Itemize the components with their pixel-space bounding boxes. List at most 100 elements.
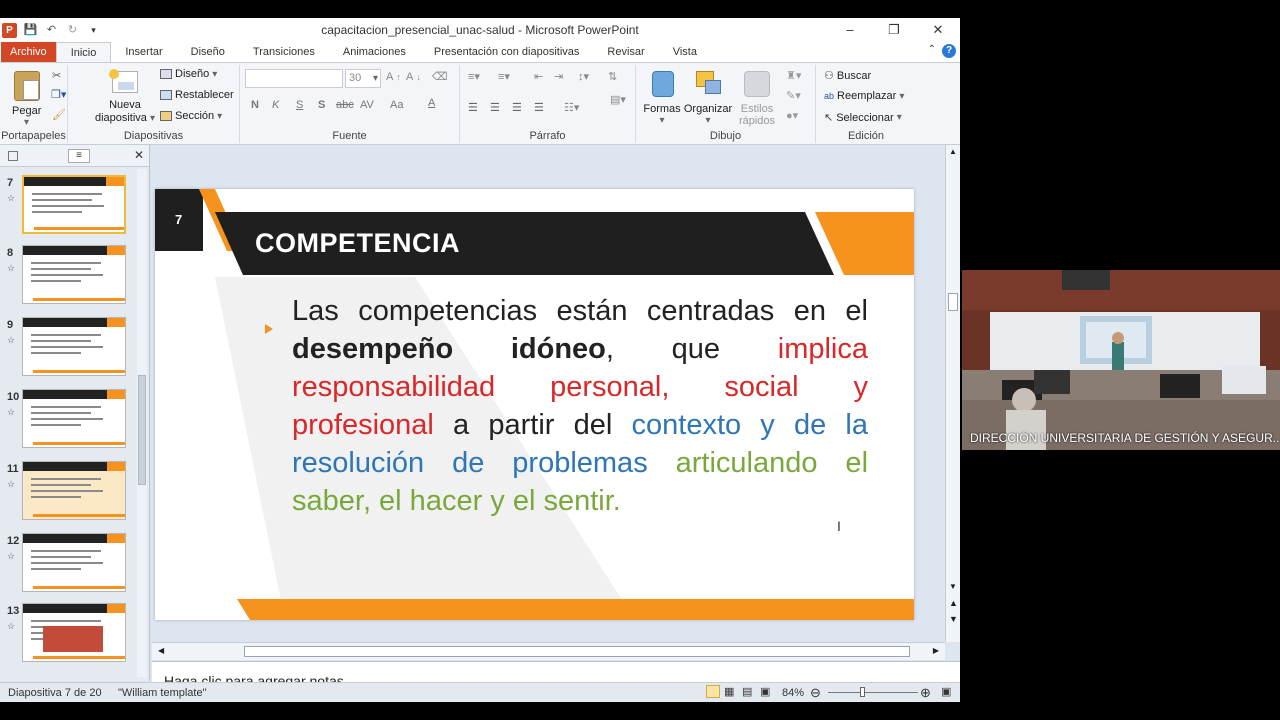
classroom-image <box>962 270 1280 450</box>
zoom-level[interactable]: 84% <box>782 687 804 699</box>
undo-icon[interactable]: ↶ <box>44 23 59 38</box>
slide-thumbnail[interactable] <box>22 317 126 376</box>
justify-icon[interactable]: ☰ <box>534 101 544 114</box>
paste-button[interactable]: Pegar ▾ <box>8 69 48 128</box>
tab-diseno[interactable]: Diseño <box>177 42 239 62</box>
slide-thumbnail[interactable] <box>22 389 126 448</box>
restore-button[interactable]: ❐ <box>872 18 916 42</box>
thumbnail-number: 10 <box>7 391 20 403</box>
char-spacing-button[interactable]: AV <box>360 99 374 111</box>
tab-animaciones[interactable]: Animaciones <box>329 42 420 62</box>
font-size-box[interactable]: 30 ▾ <box>345 69 381 88</box>
shapes-button[interactable]: Formas ▾ <box>642 69 682 129</box>
bullets-icon[interactable]: ≡▾ <box>468 70 480 83</box>
customize-qat-icon[interactable]: ▾ <box>86 23 101 38</box>
new-slide-icon <box>109 69 138 93</box>
quick-styles-icon <box>744 71 770 97</box>
slide-thumbnail[interactable] <box>22 533 126 592</box>
strikethrough-button[interactable]: abc <box>336 99 354 111</box>
tab-transiciones[interactable]: Transiciones <box>239 42 329 62</box>
slides-tab-icon[interactable] <box>8 151 18 161</box>
zoom-slider[interactable] <box>828 692 918 693</box>
next-slide-icon[interactable]: ▼ <box>949 614 958 624</box>
text-direction-icon[interactable]: ⇅ <box>608 70 617 83</box>
find-button[interactable]: ⚇ Buscar <box>824 69 871 83</box>
tab-revisar[interactable]: Revisar <box>593 42 658 62</box>
font-color-icon[interactable]: A <box>428 97 435 109</box>
new-slide-button[interactable]: Nueva diapositiva ▾ <box>92 69 158 129</box>
bold-button[interactable]: N <box>251 99 259 111</box>
slide-thumbnail[interactable] <box>22 461 126 520</box>
reading-view-icon[interactable]: ▤ <box>742 685 752 698</box>
slide-text-run: Las competencias están centradas en el <box>292 295 868 327</box>
align-text-icon[interactable]: ▤▾ <box>610 93 626 106</box>
zoom-in-icon[interactable]: ⊕ <box>920 685 931 701</box>
arrange-button[interactable]: Organizar ▾ <box>682 69 734 129</box>
shape-effects-icon[interactable]: ●▾ <box>786 109 798 122</box>
binoculars-icon: ⚇ <box>824 70 834 82</box>
align-right-icon[interactable]: ☰ <box>512 101 522 114</box>
tab-presentacion[interactable]: Presentación con diapositivas <box>420 42 594 62</box>
save-icon[interactable]: 💾 <box>23 23 38 38</box>
animation-star-icon: ☆ <box>7 621 16 631</box>
slide-thumbnail[interactable] <box>22 175 126 234</box>
grow-font-icon[interactable]: A ↑ <box>386 71 401 83</box>
close-button[interactable]: ✕ <box>916 18 960 42</box>
shrink-font-icon[interactable]: A ↓ <box>406 71 421 83</box>
group-fuente: 30 ▾ A ↑ A ↓ ⌫ N K S S abc AV Aa A Fuente <box>240 65 460 143</box>
replace-button[interactable]: ab Reemplazar ▾ <box>824 90 904 102</box>
slide-sorter-icon[interactable]: ▦ <box>724 685 734 698</box>
close-pane-icon[interactable]: ✕ <box>134 148 144 162</box>
format-painter-icon[interactable]: 🖌 <box>52 108 66 121</box>
align-left-icon[interactable]: ☰ <box>468 101 478 114</box>
fit-to-window-icon[interactable]: ▣ <box>941 685 951 698</box>
tab-insertar[interactable]: Insertar <box>111 42 176 62</box>
shape-fill-icon[interactable]: ♜▾ <box>786 69 801 82</box>
section-button[interactable]: Sección ▾ <box>160 110 222 122</box>
slide-body-text[interactable]: Las competencias están centradas en el d… <box>292 292 868 520</box>
slides-pane-header: ≡ ✕ <box>0 145 149 167</box>
ribbon: Pegar ▾ ✂ ❐▾ 🖌 Portapapeles Nueva diapos… <box>0 63 960 145</box>
copy-icon[interactable]: ❐▾ <box>51 88 66 101</box>
shape-outline-icon[interactable]: ✎▾ <box>786 89 801 102</box>
normal-view-icon[interactable] <box>706 685 720 698</box>
tab-vista[interactable]: Vista <box>659 42 711 62</box>
zoom-slider-handle[interactable] <box>860 687 865 697</box>
tab-archivo[interactable]: Archivo <box>1 42 56 62</box>
minimize-ribbon-icon[interactable]: ⌃ <box>928 44 936 58</box>
slide-thumbnail[interactable] <box>22 603 126 662</box>
select-button[interactable]: ↖ Seleccionar ▾ <box>824 111 902 125</box>
numbering-icon[interactable]: ≡▾ <box>498 70 510 83</box>
underline-button[interactable]: S <box>296 99 303 111</box>
slide-horizontal-scrollbar[interactable]: ◀ ▶ <box>152 642 945 660</box>
dropdown-arrow-icon: ▾ <box>150 113 156 124</box>
clear-format-icon[interactable]: ⌫ <box>432 70 448 83</box>
line-spacing-icon[interactable]: ↕▾ <box>578 70 589 83</box>
help-icon[interactable]: ? <box>942 44 956 58</box>
slideshow-icon[interactable]: ▣ <box>760 685 770 698</box>
decrease-indent-icon[interactable]: ⇤ <box>534 70 543 83</box>
quick-styles-button[interactable]: Estilos rápidos <box>734 69 780 129</box>
slides-pane-scrollbar[interactable] <box>137 169 147 677</box>
slide-vertical-scrollbar[interactable]: ▲ ▼ ▲ ▼ <box>945 145 960 642</box>
increase-indent-icon[interactable]: ⇥ <box>554 70 563 83</box>
group-label-parrafo: Párrafo <box>529 130 566 142</box>
font-name-box[interactable] <box>245 69 343 88</box>
powerpoint-logo-icon[interactable]: P <box>2 22 17 38</box>
slide-thumbnail[interactable] <box>22 245 126 304</box>
layout-button[interactable]: Diseño ▾ <box>160 68 217 80</box>
reset-button[interactable]: Restablecer <box>160 89 234 101</box>
outline-tab-icon[interactable]: ≡ <box>68 149 90 163</box>
columns-icon[interactable]: ☷▾ <box>564 101 579 114</box>
align-center-icon[interactable]: ☰ <box>490 101 500 114</box>
shadow-button[interactable]: S <box>318 99 325 111</box>
change-case-button[interactable]: Aa <box>390 99 403 111</box>
italic-button[interactable]: K <box>272 99 279 111</box>
previous-slide-icon[interactable]: ▲ <box>949 598 958 608</box>
minimize-button[interactable]: – <box>828 18 872 42</box>
shapes-icon <box>652 71 674 97</box>
zoom-out-icon[interactable]: ⊖ <box>810 685 821 701</box>
tab-inicio[interactable]: Inicio <box>55 42 112 62</box>
redo-icon[interactable]: ↻ <box>65 23 80 38</box>
cut-icon[interactable]: ✂ <box>52 69 61 82</box>
